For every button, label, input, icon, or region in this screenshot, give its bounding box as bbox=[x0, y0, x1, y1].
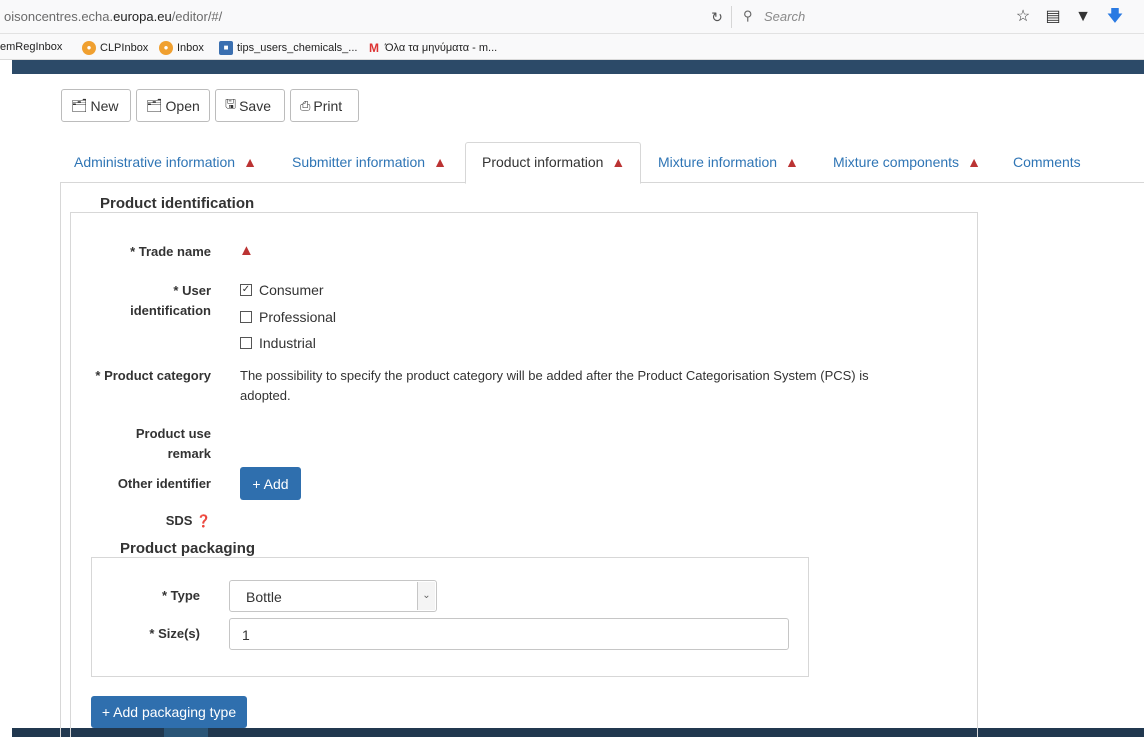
warning-icon: ▲ bbox=[243, 154, 257, 170]
add-packaging-type-button[interactable]: + Add packaging type bbox=[91, 696, 247, 728]
product-category-label: * Product category bbox=[95, 368, 211, 383]
text-line: adopted. bbox=[240, 388, 291, 403]
print-button-label: Print bbox=[313, 97, 343, 114]
sds-label: SDS ❓ bbox=[90, 511, 211, 531]
content-border bbox=[60, 182, 61, 737]
download-icon[interactable]: 🡇 bbox=[1104, 6, 1126, 28]
browser-url-bar: oisoncentres.echa.europa.eu/editor/#/ ↻ … bbox=[0, 0, 1144, 34]
label-line: Product use bbox=[135, 426, 211, 441]
user-identification-label: * User identification bbox=[90, 281, 211, 321]
tab-product-information[interactable]: Product information ▲ bbox=[482, 152, 625, 172]
type-label: * Type bbox=[161, 588, 200, 603]
sds-text: SDS bbox=[165, 513, 193, 528]
print-button[interactable]: ⎙ Print bbox=[290, 89, 359, 122]
checkbox-icon bbox=[240, 337, 252, 349]
new-button-label: New bbox=[90, 97, 119, 114]
folder-open-icon: 🗂 bbox=[146, 97, 163, 113]
label-line: remark bbox=[167, 446, 211, 461]
bookmark-item[interactable]: ● CLPInbox bbox=[82, 41, 148, 55]
industrial-checkbox[interactable]: Industrial bbox=[240, 335, 316, 351]
trade-name-label: * Trade name bbox=[130, 244, 211, 259]
product-packaging-fieldset bbox=[91, 557, 809, 677]
warning-icon: ▲ bbox=[433, 154, 447, 170]
divider bbox=[731, 6, 732, 28]
new-button[interactable]: 🗂 New bbox=[61, 89, 131, 122]
product-packaging-legend: Product packaging bbox=[113, 540, 263, 557]
folder-open-icon: 🗂 bbox=[71, 97, 88, 113]
save-button[interactable]: 🖫 Save bbox=[215, 89, 285, 122]
bookmark-favicon-icon: ● bbox=[159, 41, 173, 55]
url-domain: europa.eu bbox=[113, 9, 172, 24]
input-value: 1 bbox=[242, 627, 250, 643]
text-line: The possibility to specify the product c… bbox=[240, 368, 869, 383]
bookmark-label: emRegInbox bbox=[0, 41, 63, 53]
bookmark-item[interactable]: ● Inbox bbox=[159, 41, 204, 55]
tab-label: Mixture information bbox=[658, 154, 778, 170]
bookmark-favicon-icon: ■ bbox=[219, 41, 233, 55]
tab-mixture-components[interactable]: Mixture components ▲ bbox=[833, 152, 981, 172]
other-identifier-label: Other identifier bbox=[117, 476, 211, 491]
checkbox-icon bbox=[240, 311, 252, 323]
warning-icon: ▲ bbox=[967, 154, 981, 170]
bookmark-label: Όλα τα μηνύματα - m... bbox=[385, 42, 498, 54]
bookmark-item[interactable]: M Όλα τα μηνύματα - m... bbox=[367, 41, 497, 55]
bookmark-label: Inbox bbox=[177, 42, 204, 54]
search-placeholder: Search bbox=[764, 9, 806, 24]
bookmark-item[interactable]: emRegInbox bbox=[0, 41, 62, 53]
consumer-checkbox[interactable]: ✓ Consumer bbox=[240, 282, 324, 298]
tab-comments[interactable]: Comments bbox=[1013, 152, 1081, 172]
tab-label: Product information bbox=[482, 154, 604, 170]
size-label: * Size(s) bbox=[149, 626, 200, 641]
url-prefix: oisoncentres.echa. bbox=[4, 9, 114, 24]
product-category-text: The possibility to specify the product c… bbox=[240, 366, 940, 406]
browser-search-box[interactable]: ⚲ Search bbox=[740, 6, 970, 28]
tab-label: Administrative information bbox=[74, 154, 236, 170]
label-line: * User bbox=[173, 283, 211, 298]
search-icon: ⚲ bbox=[743, 8, 753, 23]
bookmark-favicon-icon: ● bbox=[82, 41, 96, 55]
open-button-label: Open bbox=[165, 97, 200, 114]
printer-icon: ⎙ bbox=[300, 97, 311, 113]
checkbox-label: Professional bbox=[259, 309, 337, 325]
checkbox-checked-icon: ✓ bbox=[240, 284, 252, 296]
reload-icon[interactable]: ↻ bbox=[706, 7, 728, 27]
pocket-icon[interactable]: ▼ bbox=[1072, 6, 1094, 28]
tab-mixture-information[interactable]: Mixture information ▲ bbox=[658, 152, 799, 172]
bookmarks-bar: emRegInbox ● CLPInbox ● Inbox ■ tips_users_… bbox=[0, 34, 1144, 60]
label-line: identification bbox=[130, 303, 211, 318]
select-value: Bottle bbox=[246, 589, 282, 605]
gmail-icon: M bbox=[369, 41, 379, 55]
professional-checkbox[interactable]: Professional bbox=[240, 309, 336, 325]
checkbox-label: Consumer bbox=[259, 282, 324, 298]
save-button-label: Save bbox=[239, 97, 271, 114]
warning-icon: ▲ bbox=[611, 154, 626, 170]
url-field[interactable]: oisoncentres.echa.europa.eu/editor/#/ bbox=[4, 9, 222, 24]
warning-icon: ▲ bbox=[785, 154, 799, 170]
product-use-remark-label: Product use remark bbox=[90, 424, 211, 464]
bookmark-item[interactable]: ■ tips_users_chemicals_... bbox=[219, 41, 357, 55]
tab-label: Submitter information bbox=[292, 154, 426, 170]
open-button[interactable]: 🗂 Open bbox=[136, 89, 210, 122]
chevron-down-icon: ⌄ bbox=[417, 582, 435, 610]
tab-administrative-information[interactable]: Administrative information ▲ bbox=[74, 152, 257, 172]
tab-label: Mixture components bbox=[833, 154, 960, 170]
bookmark-label: tips_users_chemicals_... bbox=[237, 42, 358, 54]
floppy-disk-icon: 🖫 bbox=[225, 95, 237, 111]
bookmark-star-icon[interactable]: ☆ bbox=[1012, 6, 1034, 28]
reading-list-icon[interactable]: ▤ bbox=[1042, 6, 1064, 28]
bookmark-label: CLPInbox bbox=[100, 42, 149, 54]
warning-icon: ▲ bbox=[239, 242, 254, 259]
tab-submitter-information[interactable]: Submitter information ▲ bbox=[292, 152, 447, 172]
packaging-type-select[interactable]: Bottle ⌄ bbox=[229, 580, 437, 612]
product-identification-legend: Product identification bbox=[92, 195, 263, 212]
checkbox-label: Industrial bbox=[259, 335, 316, 351]
url-suffix: /editor/#/ bbox=[171, 9, 223, 24]
add-identifier-button[interactable]: + Add bbox=[240, 467, 301, 500]
tab-label: Comments bbox=[1013, 154, 1081, 170]
packaging-size-input[interactable]: 1 bbox=[229, 618, 789, 650]
question-circle-icon[interactable]: ❓ bbox=[196, 514, 211, 528]
